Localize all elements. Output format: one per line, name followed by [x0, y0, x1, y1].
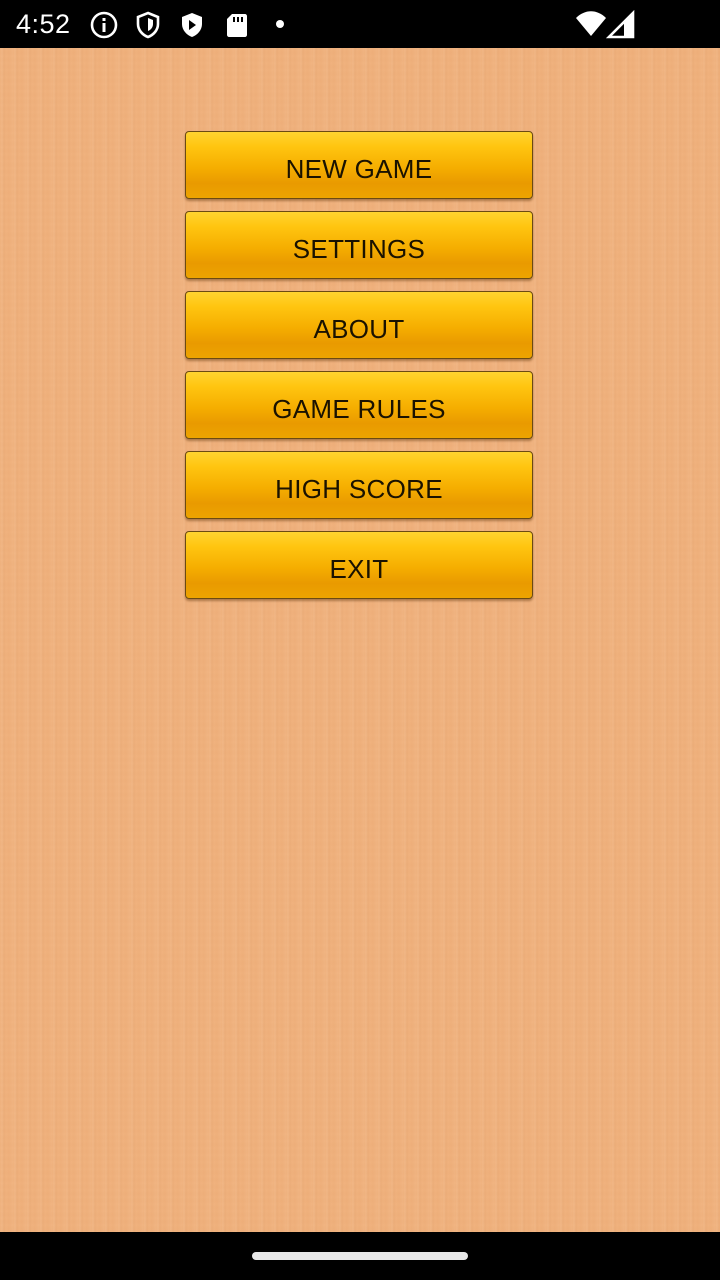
play-protect-icon: [177, 10, 207, 40]
status-bar: 4:52: [0, 0, 720, 48]
home-gesture-handle[interactable]: [252, 1252, 468, 1260]
navigation-bar: [0, 1232, 720, 1280]
shield-icon: [133, 10, 163, 40]
game-rules-button[interactable]: GAME RULES: [185, 371, 533, 439]
status-time: 4:52: [16, 9, 71, 39]
exit-button[interactable]: EXIT: [185, 531, 533, 599]
main-menu: NEW GAME SETTINGS ABOUT GAME RULES HIGH …: [185, 131, 535, 611]
about-button[interactable]: ABOUT: [185, 291, 533, 359]
new-game-button[interactable]: NEW GAME: [185, 131, 533, 199]
signal-icon: [606, 10, 636, 40]
main-menu-screen: NEW GAME SETTINGS ABOUT GAME RULES HIGH …: [0, 48, 720, 1232]
high-score-button[interactable]: HIGH SCORE: [185, 451, 533, 519]
wifi-icon: [574, 10, 608, 40]
sd-card-icon: [222, 10, 252, 40]
settings-button[interactable]: SETTINGS: [185, 211, 533, 279]
notification-dot-icon: [265, 10, 295, 40]
info-icon: [89, 10, 119, 40]
